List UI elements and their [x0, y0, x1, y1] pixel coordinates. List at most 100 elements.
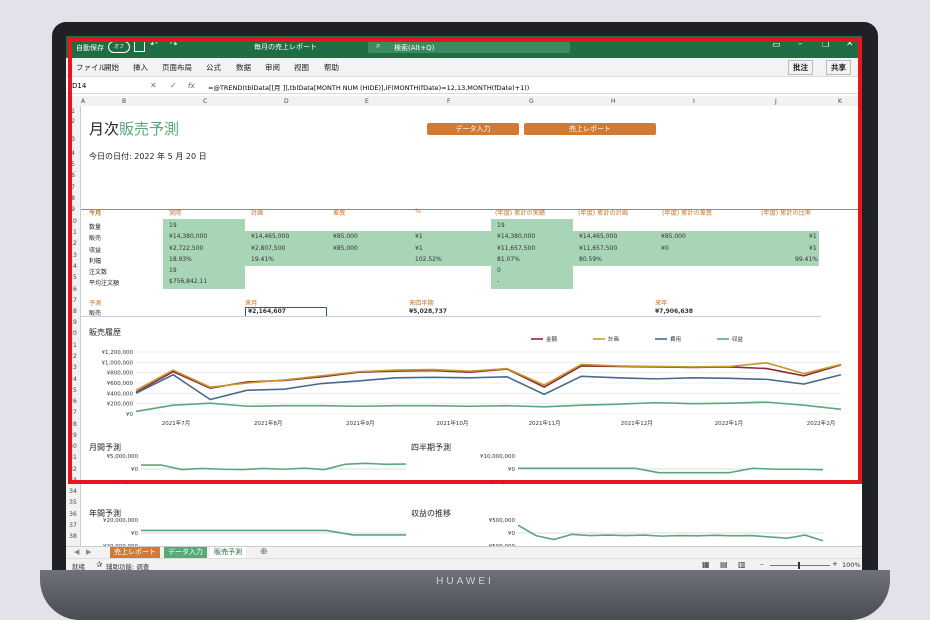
cell-revenue-ytd-variance[interactable]: ¥0	[661, 245, 669, 252]
zoom-in-icon[interactable]: +	[832, 560, 838, 568]
menu-file[interactable]: ファイル	[76, 62, 106, 73]
formula-input[interactable]: =@TREND(tblData[[月 ]],tblData[MONTH NUM …	[208, 82, 529, 92]
row-header-6[interactable]: 6	[66, 172, 80, 179]
cell-margin-plan[interactable]: 19.41%	[251, 256, 274, 263]
menu-formulas[interactable]: 公式	[206, 62, 221, 73]
cell-qty-ytd[interactable]: 19	[497, 222, 505, 229]
cell-revenue-ytd-ratio[interactable]: ¥1	[809, 245, 817, 252]
cell-avg-order-actual[interactable]: $756,842.11	[169, 278, 207, 285]
row-header-12[interactable]: 12	[66, 240, 80, 247]
row-header-30[interactable]: 30	[66, 443, 80, 450]
autosave-toggle[interactable]: オフ	[108, 41, 130, 53]
row-header-17[interactable]: 17	[66, 297, 80, 304]
search-box[interactable]: ⌕ 検索(Alt+Q)	[368, 40, 570, 53]
cell-margin-actual[interactable]: 18.93%	[169, 256, 192, 263]
row-header-21[interactable]: 21	[66, 342, 80, 349]
row-header-22[interactable]: 22	[66, 353, 80, 360]
cell-sales-ytd-ratio[interactable]: ¥1	[809, 233, 817, 240]
row-header-27[interactable]: 27	[66, 409, 80, 416]
cell-margin-ytd-ratio[interactable]: 99.41%	[795, 256, 818, 263]
data-entry-button[interactable]: データ入力	[427, 123, 519, 135]
add-sheet-icon[interactable]: ⊕	[260, 547, 268, 557]
cell-sales-plan[interactable]: ¥14,465,000	[251, 233, 289, 240]
col-j[interactable]: J	[775, 98, 777, 105]
row-header-28[interactable]: 28	[66, 421, 80, 428]
menu-view[interactable]: 视图	[294, 62, 309, 73]
close-icon[interactable]: ✕	[846, 39, 854, 49]
undo-icon[interactable]: ↶	[150, 40, 158, 50]
row-header-24[interactable]: 24	[66, 376, 80, 383]
cell-sales-actual[interactable]: ¥14,380,000	[169, 233, 207, 240]
row-header-32[interactable]: 32	[66, 466, 80, 473]
row-header-37[interactable]: 37	[66, 522, 80, 529]
cell-margin-ytd-plan[interactable]: 80.59%	[579, 256, 602, 263]
row-header-36[interactable]: 36	[66, 511, 80, 518]
cell-revenue-percent[interactable]: ¥1	[415, 245, 423, 252]
row-header-10[interactable]: 10	[66, 218, 80, 225]
cell-revenue-ytd-actual[interactable]: ¥11,657,500	[497, 245, 535, 252]
row-header-35[interactable]: 35	[66, 499, 80, 506]
cell-margin-percent[interactable]: 102.52%	[415, 256, 442, 263]
col-h[interactable]: H	[611, 98, 616, 105]
cancel-icon[interactable]: ✕	[150, 81, 157, 90]
col-i[interactable]: I	[693, 98, 695, 105]
row-header-2[interactable]: 2	[66, 118, 80, 125]
row-header-9[interactable]: 9	[66, 206, 80, 213]
zoom-slider-handle[interactable]	[798, 562, 800, 569]
tab-next-icon[interactable]: ▶	[86, 548, 91, 556]
tab-data-entry[interactable]: データ入力	[164, 547, 207, 558]
row-header-34[interactable]: 34	[66, 488, 80, 495]
menu-review[interactable]: 审阅	[265, 62, 280, 73]
col-d[interactable]: D	[284, 98, 289, 105]
row-header-29[interactable]: 29	[66, 432, 80, 439]
function-icon[interactable]: fx	[188, 82, 195, 90]
col-f[interactable]: F	[447, 98, 450, 105]
row-header-18[interactable]: 18	[66, 308, 80, 315]
cell-sales-ytd-variance[interactable]: ¥85,000	[661, 233, 686, 240]
share-button[interactable]: 共享	[826, 60, 851, 75]
col-g[interactable]: G	[529, 98, 534, 105]
row-header-3[interactable]: 3	[66, 136, 80, 143]
col-b[interactable]: B	[122, 98, 126, 105]
cell-revenue-ytd-plan[interactable]: ¥11,657,500	[579, 245, 617, 252]
row-header-16[interactable]: 16	[66, 286, 80, 293]
row-header-5[interactable]: 5	[66, 161, 80, 168]
sales-report-button[interactable]: 売上レポート	[524, 123, 656, 135]
row-header-38[interactable]: 38	[66, 533, 80, 540]
cell-revenue-plan[interactable]: ¥2,807,500	[251, 245, 285, 252]
row-header-31[interactable]: 31	[66, 454, 80, 461]
accessibility-status[interactable]: 辅助功能: 调查	[106, 561, 149, 570]
menu-page-layout[interactable]: 页面布局	[162, 62, 192, 73]
comments-button[interactable]: 批注	[788, 60, 813, 75]
row-header-19[interactable]: 19	[66, 319, 80, 326]
save-icon[interactable]	[134, 41, 145, 52]
cell-orders-actual[interactable]: 19	[169, 267, 177, 274]
row-header-33[interactable]: 33	[66, 477, 80, 484]
cell-orders-ytd[interactable]: 0	[497, 267, 501, 274]
cell-sales-percent[interactable]: ¥1	[415, 233, 423, 240]
row-header-13[interactable]: 13	[66, 252, 80, 259]
row-header-15[interactable]: 15	[66, 274, 80, 281]
redo-icon[interactable]: ↷	[170, 40, 178, 50]
page-layout-icon[interactable]: ▤	[720, 560, 728, 569]
forecast-next-quarter-cell[interactable]: ¥5,028,737	[409, 308, 447, 315]
minimize-icon[interactable]: –	[798, 39, 803, 49]
cell-sales-variance[interactable]: ¥85,000	[333, 233, 358, 240]
row-header-11[interactable]: 11	[66, 229, 80, 236]
row-header-26[interactable]: 26	[66, 398, 80, 405]
col-a[interactable]: A	[81, 98, 85, 105]
menu-help[interactable]: 帮助	[324, 62, 339, 73]
col-e[interactable]: E	[365, 98, 369, 105]
tab-sales-report[interactable]: 売上レポート	[110, 547, 160, 558]
restore-icon[interactable]: ❐	[822, 40, 829, 49]
row-header-1[interactable]: 1	[66, 108, 80, 115]
confirm-icon[interactable]: ✓	[170, 81, 177, 90]
col-c[interactable]: C	[203, 98, 207, 105]
ribbon-display-icon[interactable]: ▭	[772, 40, 781, 50]
row-header-7[interactable]: 7	[66, 184, 80, 191]
tab-prev-icon[interactable]: ◀	[74, 548, 79, 556]
zoom-slider[interactable]	[770, 562, 830, 569]
cell-revenue-actual[interactable]: ¥2,722,500	[169, 245, 203, 252]
cell-sales-ytd-plan[interactable]: ¥14,465,000	[579, 233, 617, 240]
cell-margin-ytd-actual[interactable]: 81.07%	[497, 256, 520, 263]
